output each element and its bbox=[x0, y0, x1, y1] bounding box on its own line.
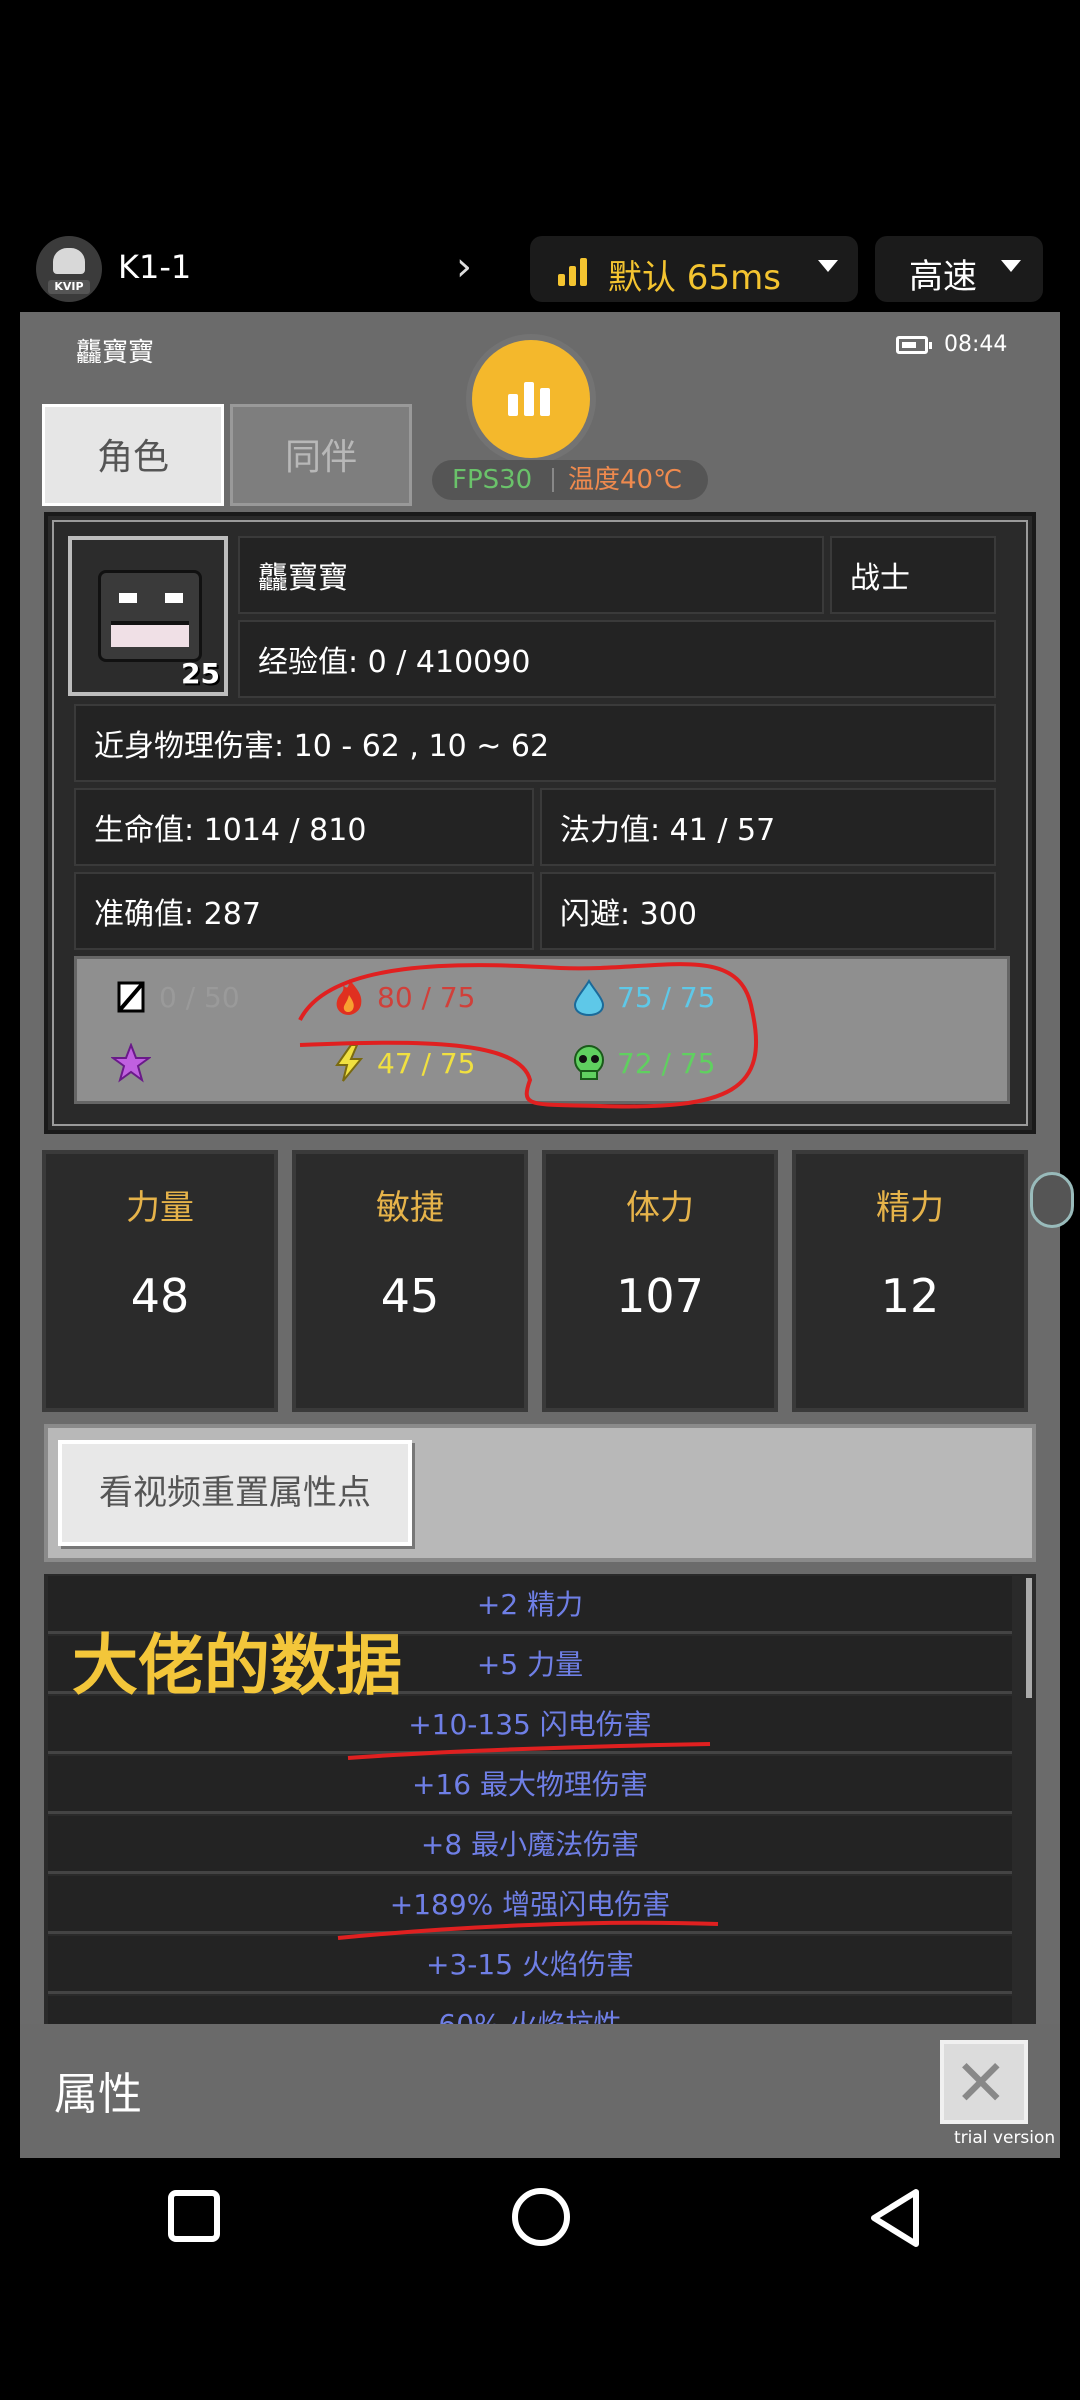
character-class: 战士 bbox=[830, 536, 996, 614]
temperature-value: 温度40℃ bbox=[568, 465, 683, 495]
stat-value: 107 bbox=[616, 1269, 704, 1323]
list-item: +8 最小魔法伤害 bbox=[48, 1816, 1012, 1874]
home-icon[interactable] bbox=[512, 2188, 570, 2246]
chevron-right-icon[interactable]: › bbox=[456, 244, 472, 290]
trial-watermark: trial version bbox=[954, 2128, 1056, 2148]
battery-icon bbox=[896, 336, 932, 354]
poison-skull-icon bbox=[574, 1045, 604, 1080]
reset-bar: 看视频重置属性点 bbox=[44, 1424, 1036, 1562]
vip-tag: KVIP bbox=[48, 280, 90, 294]
fps-temp-indicator: FPS30 温度40℃ bbox=[432, 460, 708, 500]
stat-energy[interactable]: 精力 12 bbox=[792, 1150, 1028, 1412]
list-item: 60% 火焰抗性 bbox=[48, 1996, 1012, 2024]
close-button[interactable]: ✕ bbox=[940, 2040, 1028, 2124]
hp: 生命值: 1014 / 810 bbox=[74, 788, 534, 866]
stat-label: 精力 bbox=[876, 1188, 944, 1228]
stat-vitality[interactable]: 体力 107 bbox=[542, 1150, 778, 1412]
network-label: 默认 65ms bbox=[608, 258, 781, 298]
mp: 法力值: 41 / 57 bbox=[540, 788, 996, 866]
android-nav-bar bbox=[0, 2160, 1080, 2400]
speed-label: 高速 bbox=[909, 257, 977, 297]
tab-companion[interactable]: 同伴 bbox=[230, 404, 412, 506]
close-icon: ✕ bbox=[954, 2047, 1008, 2121]
lightning-icon bbox=[335, 1044, 364, 1082]
player-name-top: 龘寶寶 bbox=[76, 338, 155, 368]
emulator-top-bar: KVIP K1-1 › 默认 65ms 高速 bbox=[0, 230, 1080, 310]
character-level: 25 bbox=[181, 657, 220, 690]
sword-shield-icon bbox=[117, 981, 145, 1013]
tab-character[interactable]: 角色 bbox=[42, 404, 224, 506]
list-item: +189% 增强闪电伤害 bbox=[48, 1876, 1012, 1934]
character-panel: 25 龘寶寶 战士 经验值: 0 / 410090 近身物理伤害: 10 - 6… bbox=[44, 512, 1036, 1134]
server-name[interactable]: K1-1 bbox=[118, 248, 191, 286]
performance-monitor-button[interactable] bbox=[472, 340, 590, 458]
stat-value: 45 bbox=[380, 1269, 440, 1323]
game-window: 龘寶寶 08:44 角色 同伴 FPS30 温度40℃ 25 龘寶寶 战士 经验… bbox=[20, 312, 1074, 2158]
kvip-avatar-icon[interactable]: KVIP bbox=[36, 236, 102, 302]
character-face-icon bbox=[98, 570, 202, 662]
reset-attributes-button[interactable]: 看视频重置属性点 bbox=[58, 1440, 412, 1546]
list-item: +16 最大物理伤害 bbox=[48, 1756, 1012, 1814]
stat-label: 体力 bbox=[626, 1188, 694, 1228]
speed-selector[interactable]: 高速 bbox=[875, 236, 1043, 302]
clock: 08:44 bbox=[944, 332, 1008, 357]
magic-star-icon bbox=[111, 1043, 151, 1083]
stat-strength[interactable]: 力量 48 bbox=[42, 1150, 278, 1412]
stat-label: 力量 bbox=[126, 1188, 194, 1228]
dropdown-arrow-icon bbox=[818, 260, 838, 272]
stat-agility[interactable]: 敏捷 45 bbox=[292, 1150, 528, 1412]
resistance-box: 0 / 50 80 / 75 75 / 75 47 / 75 72 / 75 bbox=[74, 956, 1010, 1104]
signal-icon bbox=[558, 258, 590, 286]
scrollbar[interactable] bbox=[1026, 1578, 1032, 1698]
recent-apps-icon[interactable] bbox=[168, 2190, 220, 2242]
network-selector[interactable]: 默认 65ms bbox=[530, 236, 858, 302]
fps-value: FPS30 bbox=[452, 465, 533, 495]
fire-icon bbox=[336, 979, 362, 1015]
page-title: 属性 bbox=[54, 2069, 142, 2120]
character-name: 龘寶寶 bbox=[238, 536, 824, 614]
back-icon[interactable] bbox=[866, 2186, 926, 2250]
overlay-caption: 大佬的数据 bbox=[72, 1627, 402, 1704]
stat-value: 48 bbox=[130, 1269, 190, 1323]
water-drop-icon bbox=[573, 979, 605, 1017]
stat-value: 12 bbox=[880, 1269, 940, 1323]
character-portrait[interactable]: 25 bbox=[68, 536, 228, 696]
accuracy: 准确值: 287 bbox=[74, 872, 534, 950]
stat-label: 敏捷 bbox=[376, 1188, 444, 1228]
melee-damage: 近身物理伤害: 10 - 62 , 10 ~ 62 bbox=[74, 704, 996, 782]
evasion: 闪避: 300 bbox=[540, 872, 996, 950]
bottom-bar: 属性 ✕ trial version bbox=[20, 2024, 1060, 2158]
side-floating-badge[interactable] bbox=[1030, 1172, 1074, 1228]
experience: 经验值: 0 / 410090 bbox=[238, 620, 996, 698]
list-item: +3-15 火焰伤害 bbox=[48, 1936, 1012, 1994]
dropdown-arrow-icon bbox=[1001, 260, 1021, 272]
